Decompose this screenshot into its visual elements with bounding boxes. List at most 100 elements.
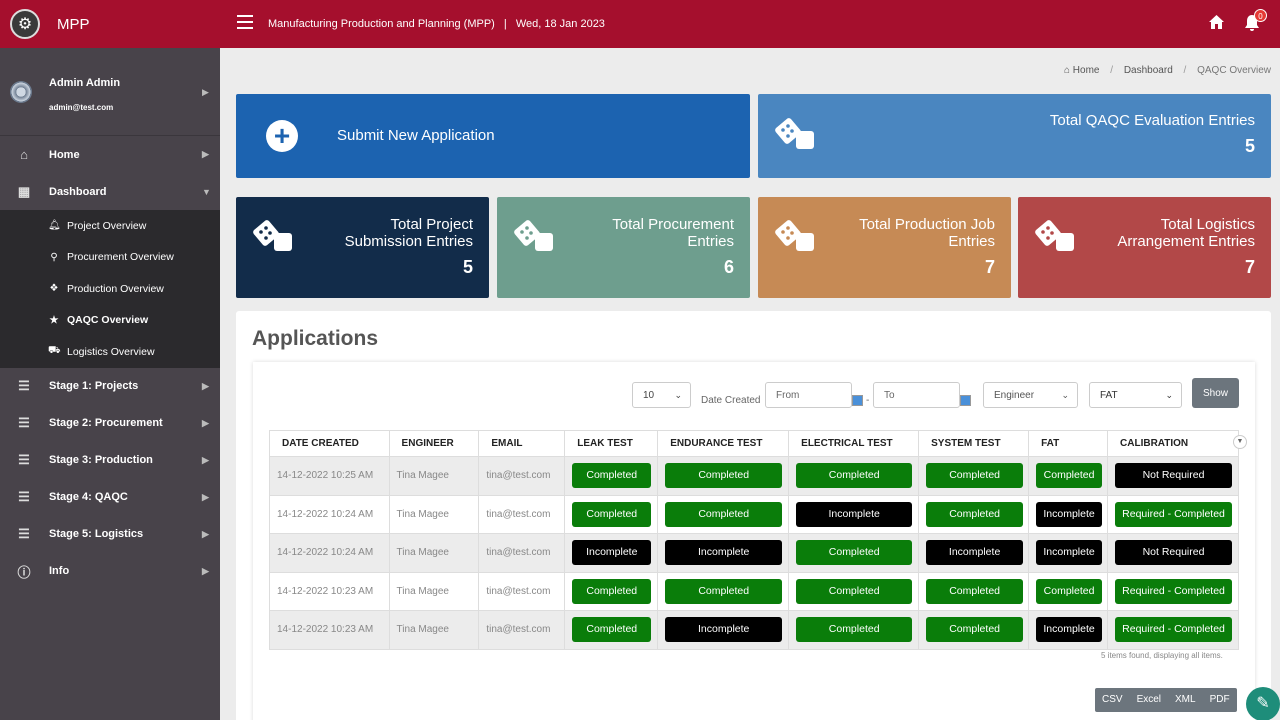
sidebar-item-home[interactable]: ⌂ Home ▶ (0, 136, 220, 173)
cell-date: 14-12-2022 10:24 AM (269, 494, 390, 534)
status-badge: Incomplete (1036, 617, 1103, 643)
cell-endurance: Incomplete (657, 533, 790, 573)
cell-system: Completed (918, 571, 1030, 611)
brand[interactable]: ⚙ MPP (0, 0, 220, 48)
submenu-item-qaqc-overview[interactable]: ★ QAQC Overview (0, 305, 220, 337)
status-badge: Incomplete (665, 540, 783, 566)
to-date-input[interactable]: To (873, 382, 960, 408)
home-icon: ⌂ (20, 147, 28, 162)
cell-endurance: Incomplete (657, 610, 790, 650)
test-filter-select[interactable]: FAT ⌄ (1089, 382, 1182, 408)
breadcrumb: ⌂ Home / Dashboard / QAQC Overview (1063, 65, 1271, 76)
applications-table: DATE CREATED ENGINEER EMAIL LEAK TEST EN… (269, 430, 1239, 650)
column-header[interactable]: ELECTRICAL TEST (788, 430, 920, 457)
export-xml-button[interactable]: XML (1168, 688, 1203, 712)
project-card-label: Total Project Submission Entries (344, 216, 473, 250)
cell-system: Completed (918, 494, 1030, 534)
status-badge: Completed (796, 617, 913, 643)
column-header[interactable]: ENGINEER (388, 430, 480, 457)
sidebar-item-label: Stage 1: Projects (49, 380, 139, 392)
status-badge: Completed (1036, 578, 1103, 604)
cell-fat: Incomplete (1028, 494, 1109, 534)
column-header[interactable]: CALIBRATION (1107, 430, 1239, 457)
production-entries-card[interactable]: Total Production Job Entries 7 (758, 197, 1011, 298)
export-pdf-button[interactable]: PDF (1203, 688, 1237, 712)
hamburger-menu-icon[interactable] (237, 15, 253, 31)
cell-leak: Incomplete (564, 533, 659, 573)
column-header[interactable]: FAT (1028, 430, 1109, 457)
table-row[interactable]: 14-12-2022 10:24 AM Tina Magee tina@test.c… (269, 494, 1239, 534)
calendar-icon[interactable] (852, 395, 863, 406)
cell-leak: Completed (564, 571, 659, 611)
column-header[interactable]: ENDURANCE TEST (657, 430, 790, 457)
breadcrumb-dashboard[interactable]: Dashboard (1124, 65, 1173, 76)
qaqc-entries-card[interactable]: Total QAQC Evaluation Entries 5 (758, 94, 1271, 178)
app-logo-icon: ⚙ (10, 9, 40, 39)
sidebar-item-dashboard[interactable]: ▦ Dashboard ▼ (0, 173, 220, 210)
chevron-down-icon: ⌄ (674, 389, 682, 400)
page-size-select[interactable]: 10 ⌄ (632, 382, 691, 408)
user-panel[interactable]: Admin Admin admin@test.com ▶ (0, 48, 220, 136)
calendar-icon[interactable] (960, 395, 971, 406)
submenu-item-procurement-overview[interactable]: ⚲ Procurement Overview (0, 242, 220, 274)
chevron-right-icon: ▶ (202, 380, 209, 391)
logistics-entries-card[interactable]: Total Logistics Arrangement Entries 7 (1018, 197, 1271, 298)
sidebar-item-stage2[interactable]: ☰ Stage 2: Procurement ▶ (0, 405, 220, 442)
production-card-value: 7 (984, 257, 995, 277)
home-icon[interactable] (1208, 14, 1225, 30)
breadcrumb-home[interactable]: Home (1073, 65, 1100, 76)
chevron-right-icon: ▶ (202, 454, 209, 465)
cell-fat: Completed (1028, 456, 1109, 496)
sidebar-item-stage4[interactable]: ☰ Stage 4: QAQC ▶ (0, 479, 220, 516)
export-excel-button[interactable]: Excel (1130, 688, 1168, 712)
table-row[interactable]: 14-12-2022 10:25 AM Tina Magee tina@test.c… (269, 456, 1239, 496)
plus-icon: + (266, 120, 298, 152)
cell-engineer: Tina Magee (388, 533, 480, 573)
dashboard-submenu: 🔔︎ Project Overview ⚲ Procurement Overvi… (0, 210, 220, 368)
submenu-item-production-overview[interactable]: ❖ Production Overview (0, 273, 220, 305)
cell-engineer: Tina Magee (388, 571, 480, 611)
procurement-entries-card[interactable]: Total Procurement Entries 6 (497, 197, 750, 298)
status-badge: Required - Completed (1115, 617, 1233, 643)
cubes-icon: ❖ (49, 283, 59, 295)
table-row[interactable]: 14-12-2022 10:23 AM Tina Magee tina@test.c… (269, 571, 1239, 611)
star-icon: ★ (49, 314, 59, 326)
export-csv-button[interactable]: CSV (1095, 688, 1130, 712)
chevron-right-icon: ▶ (202, 87, 209, 97)
logistics-card-value: 7 (1244, 257, 1255, 277)
sidebar-item-stage5[interactable]: ☰ Stage 5: Logistics ▶ (0, 516, 220, 553)
status-badge: Completed (796, 578, 913, 604)
sidebar-item-info[interactable]: ⓘ Info ▶ (0, 553, 220, 590)
cell-date: 14-12-2022 10:24 AM (269, 533, 390, 573)
status-badge: Completed (796, 540, 913, 566)
column-header[interactable]: EMAIL (478, 430, 566, 457)
dice-icon (253, 220, 292, 251)
column-header[interactable]: LEAK TEST (564, 430, 659, 457)
from-date-input[interactable]: From (765, 382, 852, 408)
cell-leak: Completed (564, 494, 659, 534)
edit-pencil-icon[interactable]: ✎ (1246, 687, 1280, 720)
project-entries-card[interactable]: Total Project Submission Entries 5 (236, 197, 489, 298)
chevron-right-icon: ▶ (202, 528, 209, 539)
table-row[interactable]: 14-12-2022 10:23 AM Tina Magee tina@test.c… (269, 610, 1239, 650)
submit-application-card[interactable]: + Submit New Application (236, 94, 750, 178)
submenu-item-logistics-overview[interactable]: ⛟ Logistics Overview (0, 336, 220, 368)
sidebar-item-stage1[interactable]: ☰ Stage 1: Projects ▶ (0, 368, 220, 405)
search-icon: ⚲ (50, 251, 58, 263)
column-header[interactable]: DATE CREATED (269, 430, 390, 457)
table-row[interactable]: 14-12-2022 10:24 AM Tina Magee tina@test.c… (269, 533, 1239, 573)
dice-icon (1035, 220, 1074, 251)
column-header[interactable]: SYSTEM TEST (918, 430, 1030, 457)
show-button[interactable]: Show (1192, 378, 1239, 408)
status-badge: Incomplete (1036, 501, 1103, 527)
sidebar-item-label: Info (49, 565, 70, 577)
cell-fat: Completed (1028, 571, 1109, 611)
status-badge: Incomplete (572, 540, 652, 566)
cell-fat: Incomplete (1028, 533, 1109, 573)
sidebar-item-stage3[interactable]: ☰ Stage 3: Production ▶ (0, 442, 220, 479)
role-filter-select[interactable]: Engineer ⌄ (983, 382, 1078, 408)
cell-electrical: Incomplete (788, 494, 920, 534)
header-info: Manufacturing Production and Planning (M… (268, 18, 605, 30)
submenu-item-project-overview[interactable]: 🔔︎ Project Overview (0, 210, 220, 242)
column-menu-icon[interactable]: ▼ (1233, 435, 1247, 449)
